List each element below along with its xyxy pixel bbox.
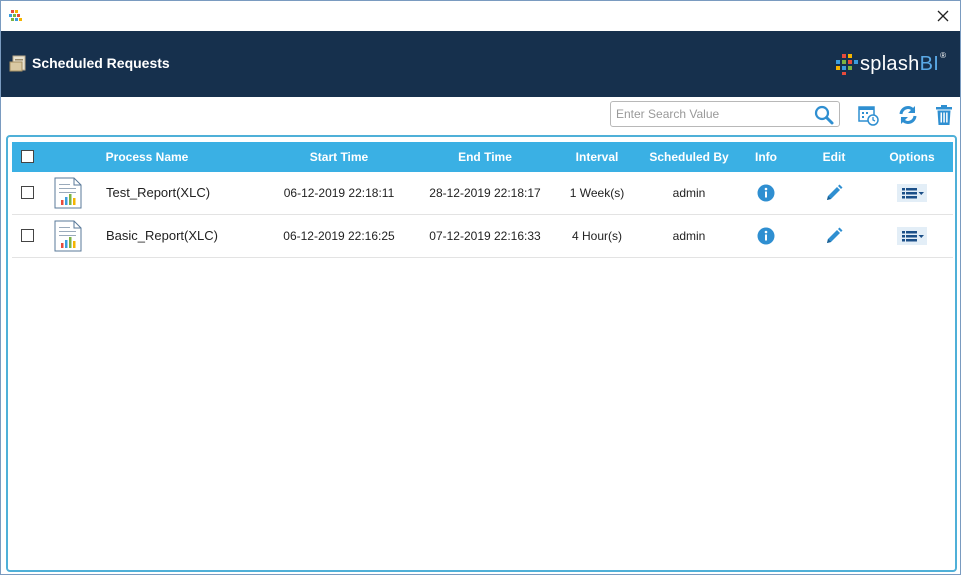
close-button[interactable] — [932, 5, 954, 27]
col-edit: Edit — [822, 150, 846, 164]
search-icon[interactable] — [813, 104, 835, 126]
row-checkbox[interactable] — [21, 229, 34, 242]
refresh-icon — [899, 106, 917, 124]
scheduled-requests-window: Scheduled Requests splashBI ® Enter Sear… — [0, 0, 961, 575]
title-bar — [1, 1, 960, 31]
end-time-cell: 07-12-2019 22:16:33 — [429, 229, 541, 243]
start-time-cell: 06-12-2019 22:16:25 — [283, 229, 395, 243]
calendar-clock-icon — [858, 106, 879, 126]
start-time-cell: 06-12-2019 22:18:11 — [283, 186, 395, 200]
table-row[interactable]: Basic_Report(XLC) 06-12-2019 22:16:25 07… — [12, 215, 953, 258]
end-time-cell: 28-12-2019 22:18:17 — [429, 186, 541, 200]
splashbi-app-icon — [9, 10, 22, 21]
col-end-time[interactable]: End Time — [420, 142, 550, 172]
col-scheduled-by[interactable]: Scheduled By — [639, 142, 739, 172]
process-name-cell: Basic_Report(XLC) — [106, 228, 218, 243]
col-interval[interactable]: Interval — [552, 142, 642, 172]
row-checkbox[interactable] — [21, 186, 34, 199]
col-info: Info — [755, 150, 777, 164]
info-icon[interactable] — [757, 227, 775, 245]
report-document-icon — [54, 220, 82, 252]
process-name-cell: Test_Report(XLC) — [106, 185, 211, 200]
select-all-checkbox[interactable] — [21, 150, 34, 163]
table-row[interactable]: Test_Report(XLC) 06-12-2019 22:18:11 28-… — [12, 172, 953, 215]
options-menu-icon[interactable] — [897, 227, 927, 245]
page-title: Scheduled Requests — [32, 55, 170, 71]
interval-cell: 4 Hour(s) — [571, 229, 622, 243]
scheduled-by-cell: admin — [672, 229, 706, 243]
trash-icon — [936, 105, 952, 125]
options-menu-icon[interactable] — [897, 184, 927, 202]
info-icon[interactable] — [757, 184, 775, 202]
edit-pencil-icon[interactable] — [825, 227, 843, 245]
page-header: Scheduled Requests splashBI ® — [1, 31, 960, 97]
edit-pencil-icon[interactable] — [825, 184, 843, 202]
logo-text: splashBI — [859, 52, 940, 75]
col-start-time[interactable]: Start Time — [274, 142, 404, 172]
scheduled-by-cell: admin — [672, 186, 706, 200]
splashbi-logo: splashBI ® — [834, 49, 946, 79]
refresh-button[interactable] — [896, 103, 920, 127]
interval-cell: 1 Week(s) — [569, 186, 625, 200]
search-input[interactable] — [611, 102, 811, 126]
col-options: Options — [889, 150, 935, 164]
schedule-button[interactable] — [856, 103, 880, 127]
search-box — [610, 101, 840, 127]
close-icon — [937, 10, 949, 22]
logo-registered-mark: ® — [940, 50, 946, 60]
table-header: Process Name Start Time End Time Interva… — [12, 142, 953, 172]
report-document-icon — [54, 177, 82, 209]
delete-button[interactable] — [932, 103, 956, 127]
scheduled-requests-grid: Process Name Start Time End Time Interva… — [6, 135, 957, 572]
scheduled-requests-icon — [9, 55, 26, 72]
col-process-name[interactable]: Process Name — [102, 142, 192, 172]
splashbi-logo-icon — [835, 54, 858, 75]
